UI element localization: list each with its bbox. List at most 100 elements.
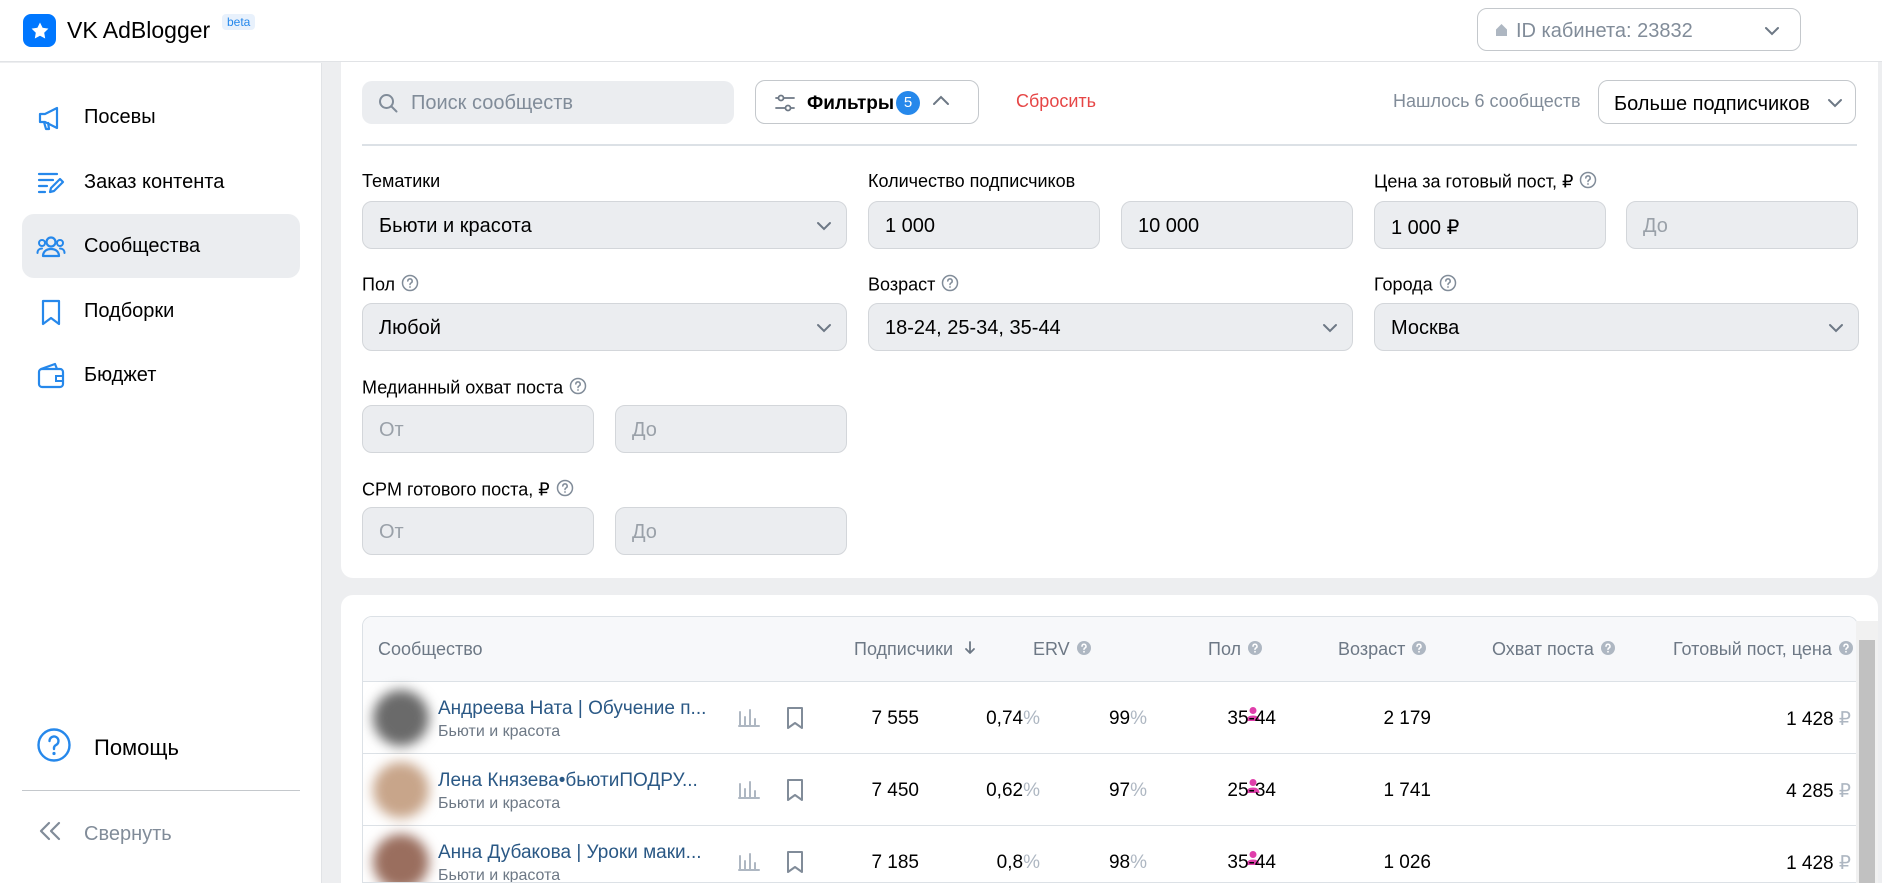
cabinet-select[interactable]: ID кабинета: 23832 — [1477, 8, 1801, 51]
price-number: 1 428 — [1786, 853, 1834, 874]
reach-value: 1 741 — [1383, 780, 1431, 801]
subscribers-from-value: 1 000 — [885, 215, 936, 237]
gender-label-text: Пол — [362, 274, 396, 295]
column-reach[interactable]: Охват поста — [1492, 639, 1616, 661]
subscribers-to-input[interactable]: 10 000 — [1121, 201, 1353, 249]
question-icon[interactable] — [401, 274, 419, 297]
sidebar-item-collections[interactable]: Подборки — [22, 279, 300, 343]
bookmark-icon — [36, 297, 66, 327]
median-reach-label-text: Медианный охват поста — [362, 377, 564, 398]
sidebar-item-posevy[interactable]: Посевы — [22, 85, 300, 149]
cities-label-text: Города — [1374, 274, 1433, 295]
subscribers-value: 7 555 — [871, 708, 919, 729]
price-from-input[interactable]: 1 000 ₽ — [1374, 201, 1606, 249]
question-filled-icon — [1600, 640, 1616, 661]
table-scrollbar-thumb[interactable] — [1859, 640, 1875, 883]
age-value: 35-44 — [1227, 852, 1276, 873]
erv-number: 0,62 — [986, 780, 1024, 801]
reset-filters-link[interactable]: Сбросить — [1016, 91, 1096, 112]
toolbar-divider — [362, 144, 1857, 146]
age-value: 25-34 — [1227, 780, 1276, 801]
column-age[interactable]: Возраст — [1338, 639, 1427, 661]
ruble-sign: ₽ — [1838, 781, 1851, 802]
sidebar: Посевы Заказ контента Сообщества Подборк… — [0, 63, 322, 883]
cities-value: Москва — [1391, 317, 1460, 339]
column-gender[interactable]: Пол — [1208, 639, 1263, 661]
vk-adblogger-logo-icon[interactable] — [23, 14, 56, 47]
collapse-button[interactable]: Свернуть — [38, 819, 172, 848]
column-community[interactable]: Сообщество — [378, 639, 483, 660]
sidebar-item-content-order[interactable]: Заказ контента — [22, 150, 300, 214]
erv-value: 0,8% — [997, 852, 1040, 874]
community-avatar[interactable] — [373, 834, 429, 882]
cpm-label-text: CPM готового поста, ₽ — [362, 479, 550, 500]
gender-number: 99 — [1108, 708, 1131, 729]
question-icon[interactable] — [1579, 171, 1597, 194]
table-row[interactable]: Андреева Ната | Обучение п... Бьюти и кр… — [363, 682, 1857, 754]
bookmark-icon[interactable] — [785, 850, 805, 879]
median-reach-to-input[interactable]: До — [615, 405, 847, 453]
question-icon[interactable] — [941, 274, 959, 297]
price-label: Цена за готовый пост, ₽ — [1374, 171, 1597, 194]
gender-value: 99% — [1109, 708, 1147, 730]
question-filled-icon — [1247, 640, 1263, 661]
cpm-to-input[interactable]: До — [615, 507, 847, 555]
community-avatar[interactable] — [373, 762, 429, 818]
age-select[interactable]: 18-24, 25-34, 35-44 — [868, 303, 1353, 351]
community-name-link[interactable]: Анна Дубакова | Уроки маки... — [438, 842, 702, 864]
gender-value: 97% — [1109, 780, 1147, 802]
sidebar-item-communities[interactable]: Сообщества — [22, 214, 300, 278]
ruble-sign: ₽ — [1838, 853, 1851, 874]
stats-icon[interactable] — [738, 708, 760, 733]
table-row[interactable]: Анна Дубакова | Уроки маки... Бьюти и кр… — [363, 826, 1857, 882]
search-placeholder: Поиск сообществ — [411, 92, 574, 114]
question-filled-icon — [1076, 640, 1092, 661]
community-name-link[interactable]: Андреева Ната | Обучение п... — [438, 698, 706, 720]
question-icon[interactable] — [1439, 274, 1457, 297]
filters-toggle-button[interactable]: Фильтры 5 — [755, 80, 979, 124]
bookmark-icon[interactable] — [785, 706, 805, 735]
reach-value: 2 179 — [1383, 708, 1431, 729]
price-value: 4 285 ₽ — [1786, 780, 1851, 803]
sidebar-item-label: Посевы — [84, 106, 156, 128]
price-to-input[interactable]: До — [1626, 201, 1858, 249]
column-subscribers[interactable]: Подписчики — [854, 639, 976, 661]
sort-select[interactable]: Больше подписчиков — [1598, 80, 1856, 124]
column-price[interactable]: Готовый пост, цена — [1673, 639, 1854, 661]
help-link[interactable]: Помощь — [36, 727, 179, 768]
cities-select[interactable]: Москва — [1374, 303, 1859, 351]
column-reach-label: Охват поста — [1492, 639, 1594, 659]
stats-icon[interactable] — [738, 852, 760, 877]
sidebar-item-label: Заказ контента — [84, 171, 225, 193]
gender-select[interactable]: Любой — [362, 303, 847, 351]
search-input[interactable]: Поиск сообществ — [362, 81, 734, 124]
column-erv[interactable]: ERV — [1033, 639, 1092, 661]
topics-select[interactable]: Бьюти и красота — [362, 201, 847, 249]
app-name[interactable]: VK AdBlogger — [67, 17, 210, 44]
table-header: Сообщество Подписчики ERV Пол Возраст Ох… — [363, 617, 1857, 682]
cpm-label: CPM готового поста, ₽ — [362, 479, 574, 502]
subscribers-from-input[interactable]: 1 000 — [868, 201, 1100, 249]
question-filled-icon — [1411, 640, 1427, 661]
question-icon[interactable] — [556, 479, 574, 502]
median-reach-from-input[interactable]: От — [362, 405, 594, 453]
search-icon — [378, 93, 398, 118]
sidebar-item-budget[interactable]: Бюджет — [22, 343, 300, 407]
table-row[interactable]: Лена Князева•бьютиПОДРУ... Бьюти и красо… — [363, 754, 1857, 826]
topics-value: Бьюти и красота — [379, 215, 532, 237]
erv-value: 0,62% — [986, 780, 1040, 802]
help-label: Помощь — [94, 735, 179, 760]
sliders-icon — [775, 94, 795, 117]
stats-icon[interactable] — [738, 780, 760, 805]
community-avatar[interactable] — [373, 690, 429, 746]
age-label-text: Возраст — [868, 274, 936, 295]
median-reach-label: Медианный охват поста — [362, 377, 587, 400]
sidebar-item-label: Бюджет — [84, 364, 157, 386]
community-name-link[interactable]: Лена Князева•бьютиПОДРУ... — [438, 770, 698, 792]
bookmark-icon[interactable] — [785, 778, 805, 807]
column-price-label: Готовый пост, цена — [1673, 639, 1832, 659]
age-label: Возраст — [868, 274, 959, 297]
cpm-from-input[interactable]: От — [362, 507, 594, 555]
gender-value: 98% — [1109, 852, 1147, 874]
question-icon[interactable] — [569, 377, 587, 400]
